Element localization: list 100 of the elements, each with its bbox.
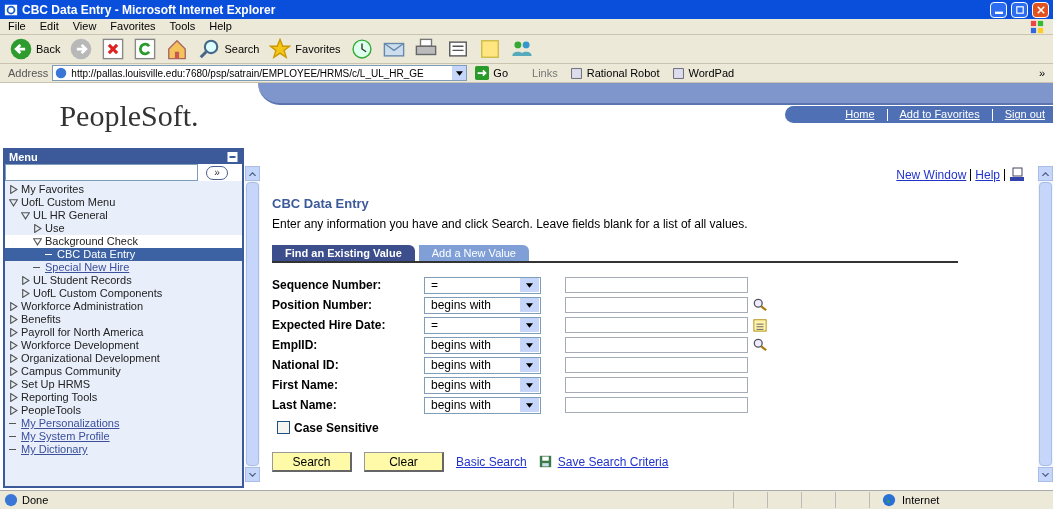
toolbar-button[interactable]: Favorites: [267, 38, 343, 60]
menu-search-field[interactable]: [5, 164, 198, 181]
expanded-triangle-icon[interactable]: [9, 198, 18, 207]
input-field[interactable]: [565, 337, 748, 353]
menu-link[interactable]: My Dictionary: [21, 443, 88, 456]
menu-link[interactable]: My System Profile: [21, 430, 110, 443]
operator-dropdown[interactable]: begins with: [424, 376, 541, 394]
menu-bar-item[interactable]: Favorites: [110, 18, 156, 35]
search-icon[interactable]: [753, 338, 767, 352]
collapsed-triangle-icon[interactable]: [9, 393, 18, 402]
scroll-down-icon[interactable]: [1042, 472, 1049, 477]
operator-dropdown[interactable]: begins with: [424, 356, 541, 374]
header-link[interactable]: Home: [845, 106, 875, 123]
menu-folder[interactable]: Benefits: [21, 313, 61, 326]
dropdown-caret-icon[interactable]: [526, 362, 533, 368]
operator-dropdown[interactable]: begins with: [424, 296, 541, 314]
collapsed-triangle-icon[interactable]: [21, 276, 30, 285]
scrollbar[interactable]: [1038, 166, 1053, 482]
menu-folder[interactable]: Organizational Development: [21, 352, 160, 365]
collapse-icon[interactable]: [227, 152, 238, 162]
operator-dropdown[interactable]: =: [424, 276, 541, 294]
field-label: Position Number:: [272, 297, 373, 314]
search-button[interactable]: Search: [272, 451, 352, 472]
menu-bar-item[interactable]: Tools: [169, 18, 196, 35]
dropdown-caret-icon[interactable]: [526, 402, 533, 408]
menu-folder[interactable]: My Favorites: [21, 183, 84, 196]
basic-search-link[interactable]: Basic Search: [456, 452, 527, 471]
menu-link[interactable]: Special New Hire: [45, 261, 130, 274]
menu-folder[interactable]: Campus Community: [21, 365, 121, 378]
dropdown-caret-icon[interactable]: [526, 322, 533, 328]
menu-folder[interactable]: Payroll for North America: [21, 326, 144, 339]
scroll-down-icon[interactable]: [249, 472, 256, 477]
scrollbar[interactable]: [245, 166, 260, 482]
clock-icon: [350, 38, 373, 60]
checkbox[interactable]: [277, 421, 290, 434]
header-link[interactable]: Sign out: [1004, 106, 1045, 123]
menu-folder[interactable]: Workforce Development: [21, 339, 139, 352]
collapsed-triangle-icon[interactable]: [9, 406, 18, 415]
checkbox-label: Case Sensitive: [294, 419, 379, 437]
minimize-button[interactable]: [990, 1, 1007, 18]
close-icon: [1036, 5, 1045, 14]
collapsed-triangle-icon[interactable]: [33, 224, 42, 233]
collapsed-triangle-icon[interactable]: [9, 328, 18, 337]
scroll-up-icon[interactable]: [1042, 171, 1049, 176]
menu-folder[interactable]: Use: [45, 222, 65, 235]
input-field[interactable]: [565, 277, 748, 293]
dropdown-caret-icon[interactable]: [526, 342, 533, 348]
menu-bar-item[interactable]: Help: [209, 18, 232, 35]
expanded-triangle-icon[interactable]: [21, 211, 30, 220]
input-field[interactable]: [565, 377, 748, 393]
collapsed-triangle-icon[interactable]: [9, 315, 18, 324]
new-window-link[interactable]: New Window: [896, 166, 967, 184]
operator-dropdown[interactable]: =: [424, 316, 541, 334]
menu-folder[interactable]: Set Up HRMS: [21, 378, 91, 391]
collapsed-triangle-icon[interactable]: [9, 367, 18, 376]
input-field[interactable]: [565, 317, 748, 333]
collapsed-triangle-icon[interactable]: [9, 380, 18, 389]
collapsed-triangle-icon[interactable]: [9, 302, 18, 311]
help-link[interactable]: Help: [975, 166, 1000, 184]
dropdown-caret-icon[interactable]: [455, 70, 463, 76]
operator-dropdown[interactable]: begins with: [424, 336, 541, 354]
menu-folder[interactable]: UL Student Records: [33, 274, 132, 287]
search-icon[interactable]: [753, 298, 767, 312]
close-button[interactable]: [1032, 1, 1049, 18]
menu-folder[interactable]: PeopleTools: [21, 404, 81, 417]
save-search-criteria-link[interactable]: Save Search Criteria: [557, 452, 669, 471]
menu-bar-item[interactable]: Edit: [39, 18, 59, 35]
menu-bar-item[interactable]: File: [8, 18, 26, 35]
menu-bar-item[interactable]: View: [72, 18, 97, 35]
calendar-icon[interactable]: [753, 318, 767, 332]
expanded-triangle-icon[interactable]: [33, 237, 42, 246]
menu-folder[interactable]: Workforce Administration: [21, 300, 144, 313]
input-field[interactable]: [565, 397, 748, 413]
collapsed-triangle-icon[interactable]: [9, 354, 18, 363]
dropdown-caret-icon[interactable]: [526, 382, 533, 388]
toolbar-button[interactable]: Search: [196, 38, 262, 60]
collapsed-triangle-icon[interactable]: [21, 289, 30, 298]
address-field[interactable]: http://pallas.louisville.edu:7680/psp/satrain/EMPLOYEE/HRMS/c/L_UL_HR_GE: [52, 65, 468, 81]
clear-button[interactable]: Clear: [364, 451, 444, 472]
links-bar-item[interactable]: Rational Robot: [569, 64, 660, 82]
maximize-button[interactable]: [1011, 1, 1028, 18]
menu-link[interactable]: My Personalizations: [21, 417, 120, 430]
more-links[interactable]: »: [1038, 64, 1045, 82]
toolbar-button[interactable]: Back: [8, 38, 63, 60]
menu-folder[interactable]: UL HR General: [33, 209, 108, 222]
collapsed-triangle-icon[interactable]: [9, 185, 18, 194]
tab[interactable]: Find an Existing Value: [272, 244, 415, 261]
operator-dropdown[interactable]: begins with: [424, 396, 541, 414]
dropdown-caret-icon[interactable]: [526, 302, 533, 308]
input-field[interactable]: [565, 357, 748, 373]
scroll-up-icon[interactable]: [249, 171, 256, 176]
menu-folder[interactable]: UofL Custom Components: [33, 287, 163, 300]
links-bar-item[interactable]: WordPad: [671, 64, 735, 82]
go-button[interactable]: Go: [471, 64, 513, 82]
collapsed-triangle-icon[interactable]: [9, 341, 18, 350]
input-field[interactable]: [565, 297, 748, 313]
menu-folder[interactable]: UofL Custom Menu: [21, 196, 116, 209]
dropdown-caret-icon[interactable]: [526, 282, 533, 288]
menu-folder[interactable]: Reporting Tools: [21, 391, 98, 404]
header-link[interactable]: Add to Favorites: [899, 106, 980, 123]
